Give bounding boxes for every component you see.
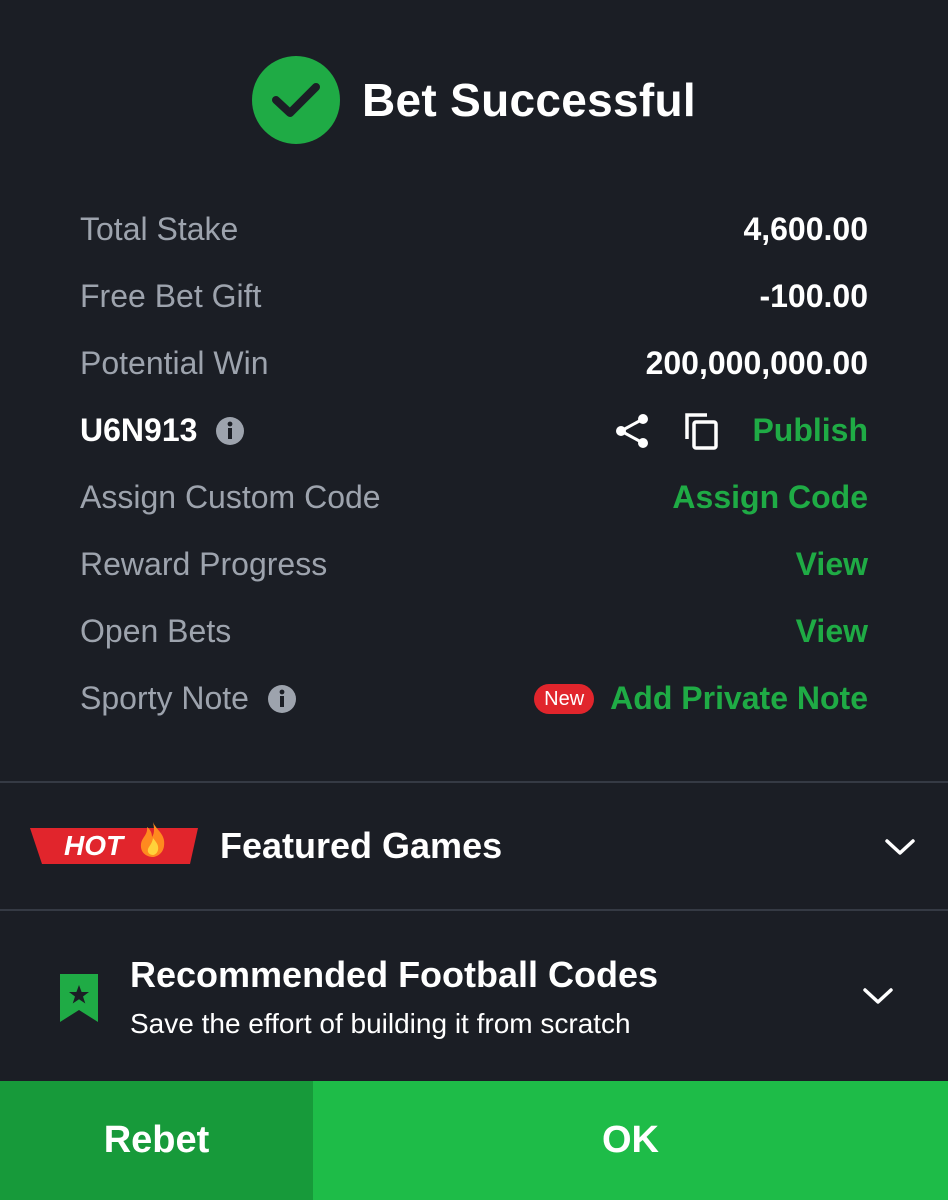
reward-view-link[interactable]: View	[796, 546, 868, 583]
potential-win-row: Potential Win 200,000,000.00	[80, 330, 868, 397]
ok-button[interactable]: OK	[313, 1081, 948, 1200]
flame-icon	[140, 822, 165, 857]
open-bets-view-link[interactable]: View	[796, 613, 868, 650]
custom-code-row: Assign Custom Code Assign Code	[80, 464, 868, 531]
sporty-note-group: Sporty Note	[80, 680, 297, 717]
info-icon[interactable]	[215, 416, 245, 446]
sporty-note-row: Sporty Note New Add Private Note	[80, 665, 868, 732]
new-badge: New	[534, 683, 595, 714]
copy-icon[interactable]	[682, 411, 722, 451]
featured-games-section[interactable]: HOT Featured Games	[0, 783, 948, 909]
bet-summary: Total Stake 4,600.00 Free Bet Gift -100.…	[80, 196, 868, 732]
publish-link[interactable]: Publish	[752, 412, 868, 449]
booking-code-row: U6N913 Publish	[80, 397, 868, 464]
share-icon[interactable]	[612, 411, 652, 451]
bookmark-star-icon	[60, 974, 98, 1022]
open-bets-label: Open Bets	[80, 613, 232, 649]
recommended-subtitle: Save the effort of building it from scra…	[130, 1008, 631, 1039]
free-bet-value: -100.00	[759, 278, 868, 314]
assign-code-link[interactable]: Assign Code	[672, 479, 868, 516]
success-header: Bet Successful	[0, 55, 948, 145]
chevron-down-icon[interactable]	[862, 986, 894, 1006]
custom-code-label: Assign Custom Code	[80, 479, 381, 515]
total-stake-label: Total Stake	[80, 211, 239, 247]
potential-win-value: 200,000,000.00	[645, 345, 868, 381]
checkmark-icon	[252, 56, 340, 144]
info-icon[interactable]	[267, 684, 297, 714]
page-title: Bet Successful	[362, 74, 696, 126]
booking-actions: Publish	[612, 411, 868, 451]
hot-badge-text: HOT	[64, 830, 124, 861]
reward-progress-row: Reward Progress View	[80, 531, 868, 598]
sporty-note-label: Sporty Note	[80, 680, 249, 716]
recommended-codes-section[interactable]: Recommended Football Codes Save the effo…	[0, 912, 948, 1080]
free-bet-label: Free Bet Gift	[80, 278, 262, 314]
note-actions: New Add Private Note	[534, 680, 868, 717]
open-bets-row: Open Bets View	[80, 598, 868, 665]
add-private-note-link[interactable]: Add Private Note	[610, 680, 868, 717]
rebet-button[interactable]: Rebet	[0, 1081, 313, 1200]
recommended-title: Recommended Football Codes	[130, 954, 659, 995]
chevron-down-icon[interactable]	[884, 837, 916, 857]
featured-games-title: Featured Games	[220, 825, 503, 866]
booking-code-group: U6N913	[80, 412, 245, 449]
reward-progress-label: Reward Progress	[80, 546, 328, 582]
free-bet-row: Free Bet Gift -100.00	[80, 263, 868, 330]
bottom-action-bar: Rebet OK	[0, 1081, 948, 1200]
total-stake-row: Total Stake 4,600.00	[80, 196, 868, 263]
potential-win-label: Potential Win	[80, 345, 269, 381]
bet-success-screen: Bet Successful Total Stake 4,600.00 Free…	[0, 0, 948, 1200]
total-stake-value: 4,600.00	[743, 211, 868, 247]
divider	[0, 909, 948, 911]
booking-code: U6N913	[80, 412, 198, 448]
hot-badge: HOT	[30, 822, 200, 866]
